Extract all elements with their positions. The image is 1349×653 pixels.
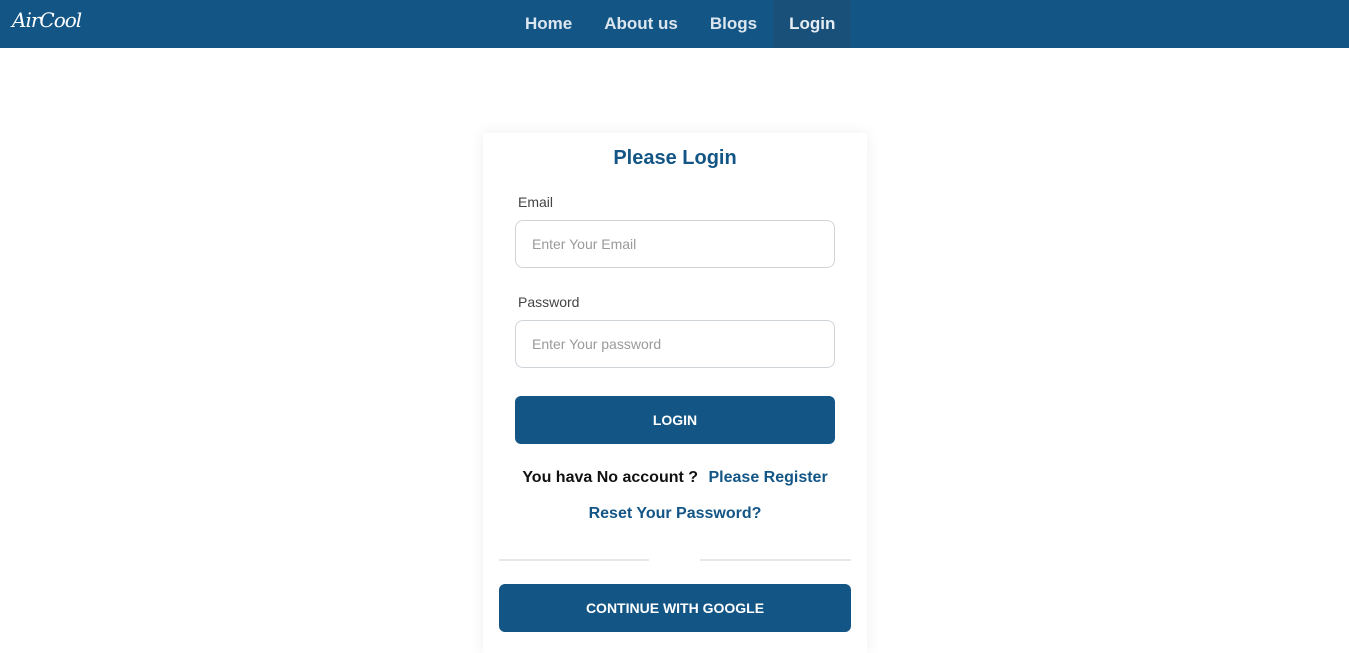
login-card: Please Login Email Password LOGIN You ha… [483, 133, 867, 653]
divider-right [700, 559, 851, 561]
google-login-button[interactable]: CONTINUE WITH GOOGLE [499, 584, 851, 632]
nav-home-link[interactable]: Home [509, 0, 588, 48]
nav-blogs-link[interactable]: Blogs [694, 0, 773, 48]
email-input[interactable] [515, 220, 835, 268]
password-input[interactable] [515, 320, 835, 368]
email-label: Email [518, 194, 554, 210]
login-title: Please Login [613, 147, 737, 169]
main-nav: Home About us Blogs Login [509, 0, 852, 48]
nav-login-link[interactable]: Login [773, 0, 852, 48]
no-account-text: You hava No account ? [522, 469, 699, 486]
register-row: You hava No account ? Please Register [483, 467, 867, 489]
nav-about-link[interactable]: About us [588, 0, 694, 48]
login-button[interactable]: LOGIN [515, 396, 835, 444]
aircool-logo[interactable]: AirCool [12, 6, 82, 34]
top-navbar: AirCool Home About us Blogs Login [0, 0, 1349, 48]
reset-password-link[interactable]: Reset Your Password? [483, 503, 867, 525]
register-link[interactable]: Please Register [709, 469, 828, 486]
divider-left [499, 559, 649, 561]
password-label: Password [518, 294, 580, 310]
